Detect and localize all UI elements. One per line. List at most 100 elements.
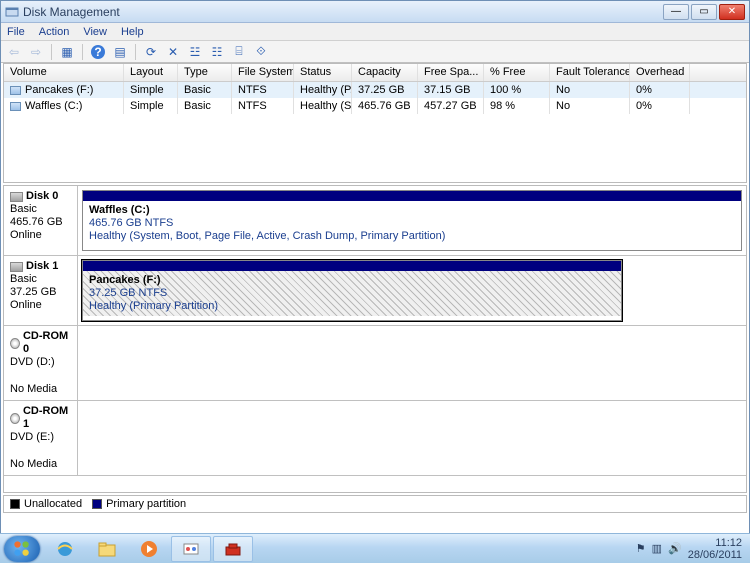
menu-view[interactable]: View [83,26,107,38]
window-buttons: — ▭ ✕ [663,4,745,20]
menu-help[interactable]: Help [121,26,144,38]
cdrom-icon [10,338,20,349]
partition[interactable]: Pancakes (F:)37.25 GB NTFSHealthy (Prima… [82,260,622,321]
delete-button[interactable]: ✕ [164,43,182,61]
volume-layout: Simple [124,98,178,114]
titlebar[interactable]: Disk Management — ▭ ✕ [1,1,749,23]
taskbar-explorer[interactable] [87,536,127,562]
close-button[interactable]: ✕ [719,4,745,20]
disk-info[interactable]: CD-ROM 0DVD (D:)No Media [4,326,78,400]
volume-pctfree: 98 % [484,98,550,114]
volume-icon[interactable]: 🔊 [668,542,682,555]
volume-icon [10,102,21,111]
taskbar-mediaplayer[interactable] [129,536,169,562]
windows-logo-icon [13,540,31,558]
disk-row: CD-ROM 1DVD (E:)No Media [4,401,746,476]
disk-info[interactable]: Disk 1Basic37.25 GBOnline [4,256,78,325]
col-pctfree[interactable]: % Free [484,64,550,81]
taskbar-paint[interactable] [171,536,211,562]
start-button[interactable] [4,536,40,562]
disk-type: DVD (D:) [10,356,71,369]
volumes-pane: Volume Layout Type File System Status Ca… [3,63,747,183]
partition-name: Waffles (C:) [89,204,735,217]
legend-unallocated: Unallocated [10,498,82,510]
taskbar: ⚑ ▥ 🔊 11:12 28/06/2011 [0,533,750,563]
clock[interactable]: 11:12 28/06/2011 [688,537,746,561]
col-freespace[interactable]: Free Spa... [418,64,484,81]
clock-date: 28/06/2011 [688,549,742,561]
content-area: Volume Layout Type File System Status Ca… [3,63,747,513]
col-status[interactable]: Status [294,64,352,81]
volume-name: Waffles (C:) [25,100,82,112]
partition-body: Pancakes (F:)37.25 GB NTFSHealthy (Prima… [83,271,621,316]
minimize-button[interactable]: — [663,4,689,20]
partition-status: Healthy (System, Boot, Page File, Active… [89,230,735,243]
forward-button[interactable]: ⇨ [27,43,45,61]
partition[interactable]: Waffles (C:)465.76 GB NTFSHealthy (Syste… [82,190,742,251]
disk-info[interactable]: CD-ROM 1DVD (E:)No Media [4,401,78,475]
back-button[interactable]: ⇦ [5,43,23,61]
flag-icon[interactable]: ⚑ [636,542,646,555]
col-volume[interactable]: Volume [4,64,124,81]
cdrom-icon [10,413,20,424]
paint-icon [181,539,201,559]
taskbar-ie[interactable] [45,536,85,562]
disk-label: CD-ROM 1 [23,405,71,431]
disk-size: 37.25 GB [10,286,71,299]
disk-type: Basic [10,203,71,216]
show-hide-button[interactable]: ▦ [58,43,76,61]
volume-capacity: 37.25 GB [352,82,418,98]
disk-icon [10,262,23,272]
col-layout[interactable]: Layout [124,64,178,81]
volume-type: Basic [178,98,232,114]
volume-free: 457.27 GB [418,98,484,114]
disk-partitions [78,401,746,475]
volume-name: Pancakes (F:) [25,84,93,96]
settings-top-button[interactable]: ☳ [186,43,204,61]
settings-list-button[interactable]: ⌸ [230,43,248,61]
partition-name: Pancakes (F:) [89,274,615,287]
volume-row[interactable]: Waffles (C:)SimpleBasicNTFSHealthy (S...… [4,98,746,114]
volume-overhead: 0% [630,98,690,114]
help-button[interactable]: ? [89,43,107,61]
app-window: Disk Management — ▭ ✕ File Action View H… [0,0,750,534]
partition-body: Waffles (C:)465.76 GB NTFSHealthy (Syste… [83,201,741,246]
rescan-button[interactable]: ⟐ [252,43,270,61]
disk-state: Online [10,299,71,312]
volumes-header[interactable]: Volume Layout Type File System Status Ca… [4,64,746,82]
col-filesystem[interactable]: File System [232,64,294,81]
disk-info[interactable]: Disk 0Basic465.76 GBOnline [4,186,78,255]
col-overhead[interactable]: Overhead [630,64,690,81]
menu-action[interactable]: Action [39,26,70,38]
disk-partitions [78,326,746,400]
volume-row[interactable]: Pancakes (F:)SimpleBasicNTFSHealthy (P..… [4,82,746,98]
volume-pctfree: 100 % [484,82,550,98]
menubar: File Action View Help [1,23,749,41]
volume-status: Healthy (P... [294,82,352,98]
disk-state: Online [10,229,71,242]
primary-swatch [92,499,102,509]
network-icon[interactable]: ▥ [652,542,662,555]
col-fault[interactable]: Fault Tolerance [550,64,630,81]
disk-icon [10,192,23,202]
disk-row: Disk 1Basic37.25 GBOnlinePancakes (F:)37… [4,256,746,326]
settings-bottom-button[interactable]: ☷ [208,43,226,61]
toolbar: ⇦ ⇨ ▦ ? ▤ ⟳ ✕ ☳ ☷ ⌸ ⟐ [1,41,749,63]
partition-bar [83,191,741,201]
disk-partitions: Waffles (C:)465.76 GB NTFSHealthy (Syste… [78,186,746,255]
disk-label: CD-ROM 0 [23,330,71,356]
window-title: Disk Management [23,5,663,19]
volume-fs: NTFS [232,82,294,98]
properties-button[interactable]: ▤ [111,43,129,61]
toolbox-icon [223,539,243,559]
disk-state: No Media [10,458,71,471]
refresh-button[interactable]: ⟳ [142,43,160,61]
menu-file[interactable]: File [7,26,25,38]
folder-icon [97,539,117,559]
taskbar-diskmgmt[interactable] [213,536,253,562]
maximize-button[interactable]: ▭ [691,4,717,20]
col-type[interactable]: Type [178,64,232,81]
partition-status: Healthy (Primary Partition) [89,300,615,313]
legend-primary: Primary partition [92,498,186,510]
col-capacity[interactable]: Capacity [352,64,418,81]
